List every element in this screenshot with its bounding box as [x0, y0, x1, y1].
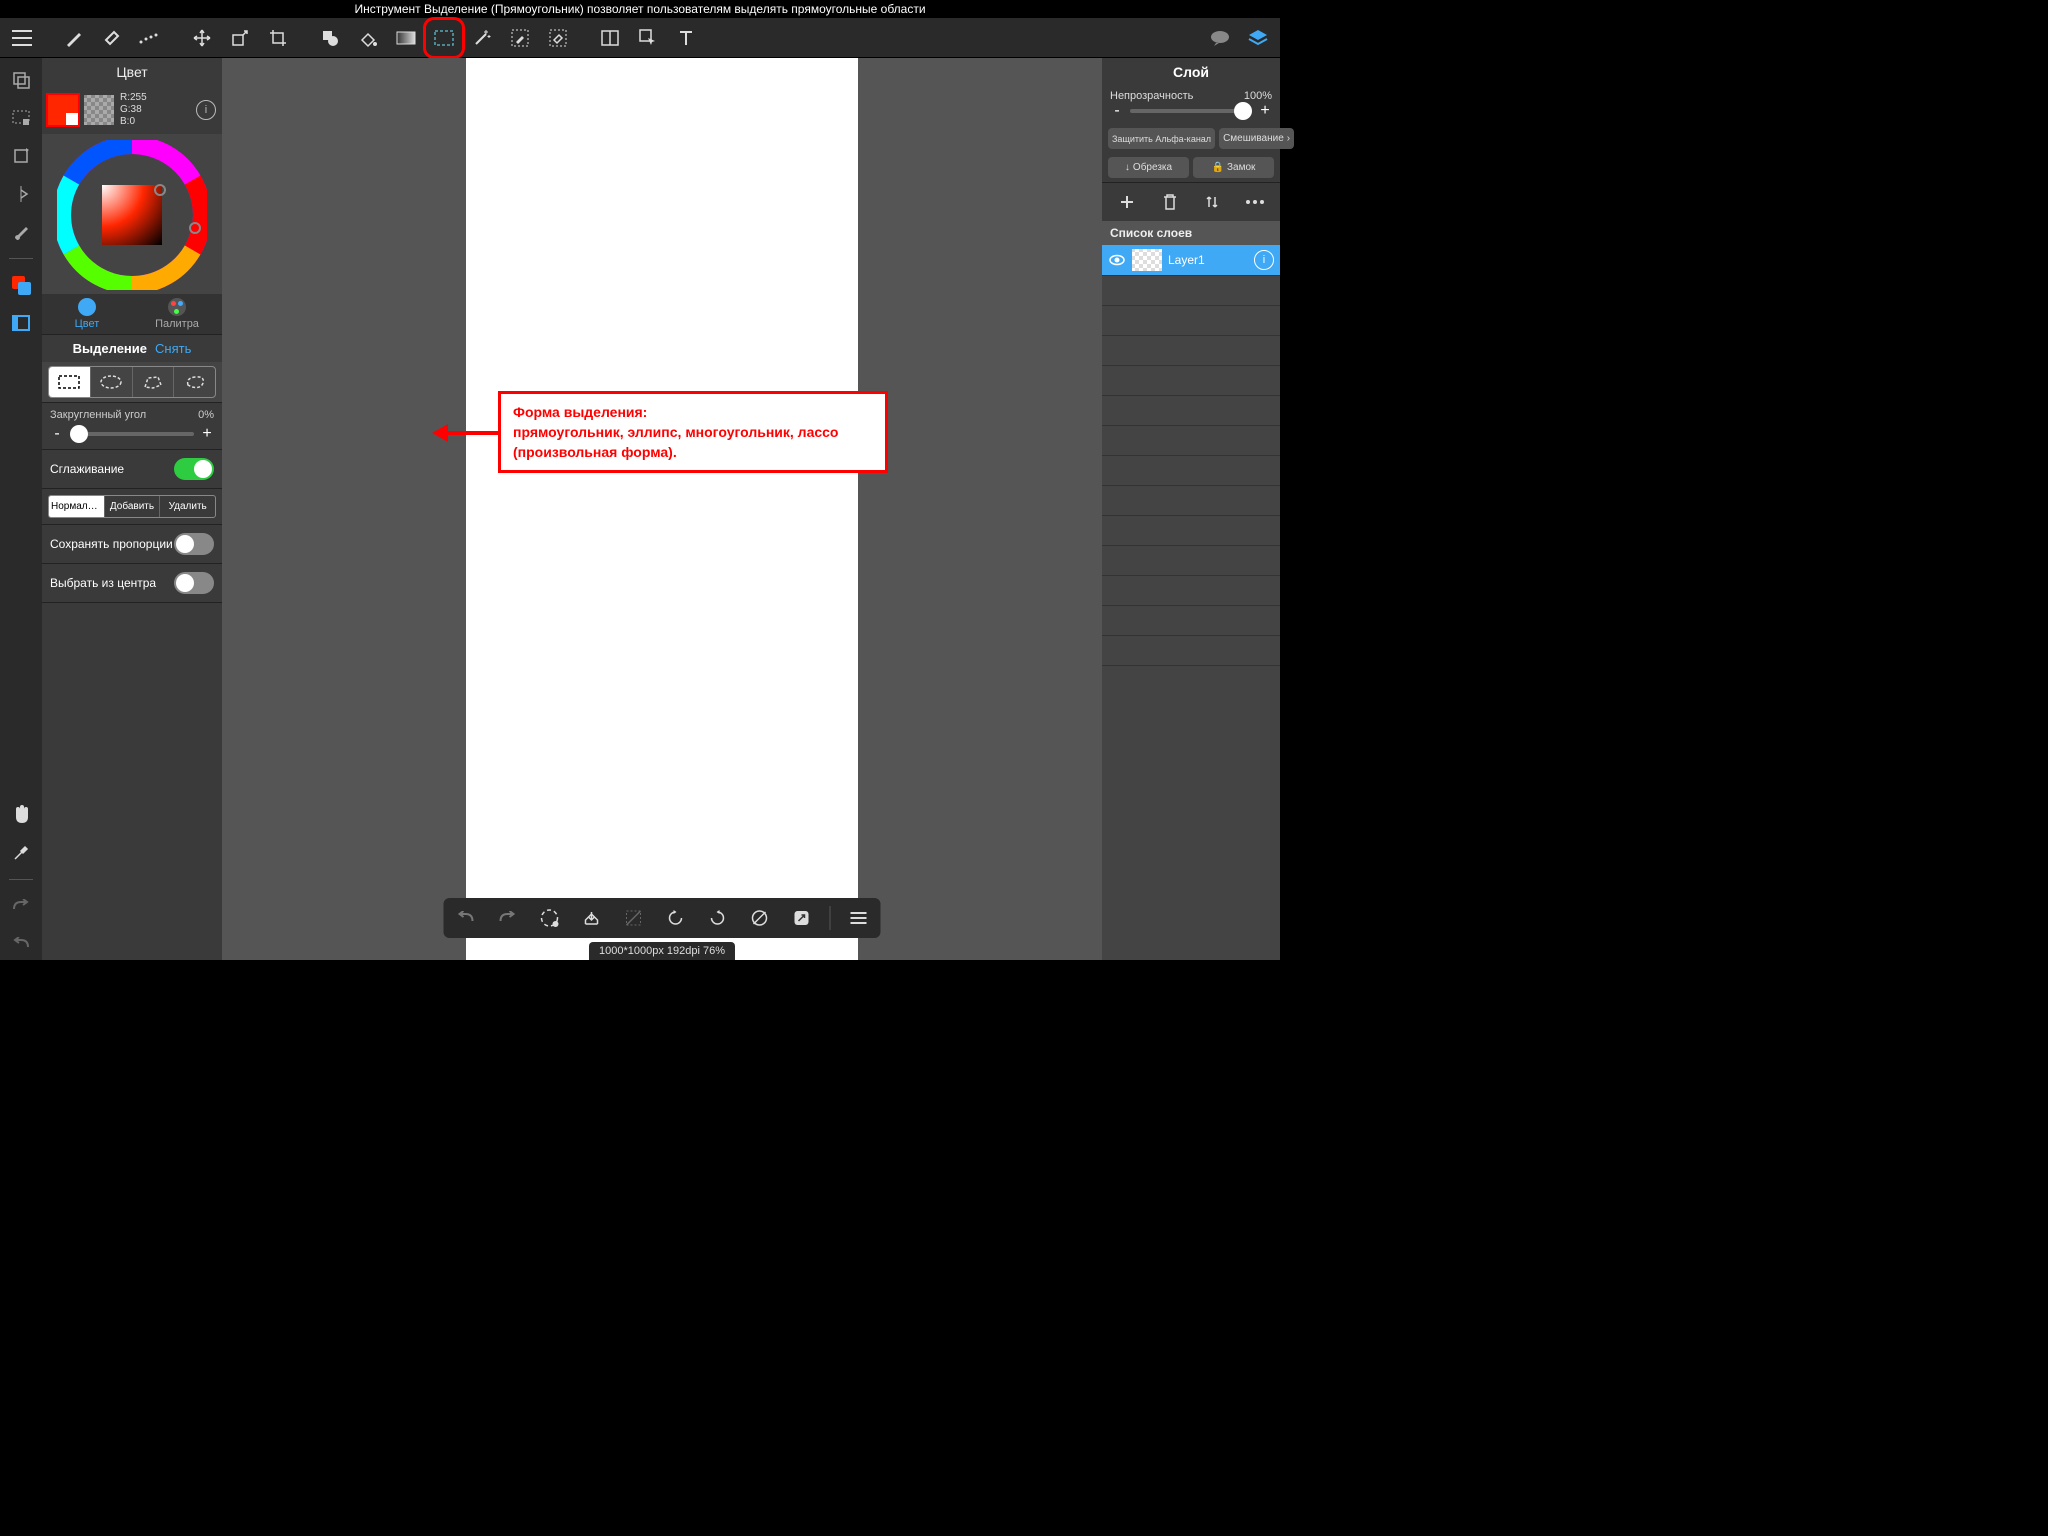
move-tool[interactable] — [184, 20, 220, 56]
keep-ratio-label: Сохранять пропорции — [50, 537, 173, 551]
main-toolbar — [0, 18, 1280, 58]
layer-item[interactable]: Layer1 i — [1102, 245, 1280, 275]
rounded-corner-slider[interactable]: -+ — [50, 425, 214, 443]
redo-icon[interactable] — [5, 890, 37, 922]
undo-icon[interactable] — [5, 928, 37, 960]
gradient-tool[interactable] — [388, 20, 424, 56]
layer-thumbnail — [1132, 249, 1162, 271]
palette-tab[interactable]: Палитра — [132, 294, 222, 334]
secondary-color-swatch[interactable] — [84, 95, 114, 125]
color-wheel[interactable] — [57, 140, 207, 290]
rotate-icon[interactable] — [5, 140, 37, 172]
mode-normal-button[interactable]: Нормаль… — [49, 496, 105, 517]
crop-down-icon: ↓ — [1125, 162, 1130, 173]
rotate-ccw-button[interactable] — [662, 904, 690, 932]
reorder-layer-button[interactable] — [1199, 189, 1225, 215]
layer-name: Layer1 — [1168, 253, 1205, 267]
color-swap-icon[interactable] — [5, 269, 37, 301]
deselect-button[interactable] — [620, 904, 648, 932]
crop-tool[interactable] — [260, 20, 296, 56]
fullscreen-icon[interactable] — [5, 307, 37, 339]
flip-icon[interactable] — [5, 178, 37, 210]
protect-alpha-button[interactable]: Защитить Альфа-канал — [1108, 128, 1215, 149]
polygon-shape-button[interactable] — [133, 367, 175, 397]
marquee-icon[interactable] — [5, 102, 37, 134]
rounded-corner-value: 0% — [198, 409, 214, 421]
keep-ratio-toggle[interactable] — [174, 533, 214, 555]
opacity-value: 100% — [1244, 90, 1272, 102]
primary-color-swatch[interactable] — [48, 95, 78, 125]
ellipse-shape-button[interactable] — [91, 367, 133, 397]
fill-tool[interactable] — [350, 20, 386, 56]
tooltip-bar: Инструмент Выделение (Прямоугольник) поз… — [0, 0, 1280, 18]
shape-tool[interactable] — [312, 20, 348, 56]
layers-icon[interactable] — [1240, 20, 1276, 56]
layer-info-icon[interactable]: i — [1254, 250, 1274, 270]
transform-tool[interactable] — [222, 20, 258, 56]
more-menu-button[interactable] — [845, 904, 873, 932]
smoothing-toggle[interactable] — [174, 458, 214, 480]
canvas-info: 1000*1000px 192dpi 76% — [589, 942, 735, 960]
lock-button[interactable]: 🔒Замок — [1193, 157, 1274, 178]
hand-tool[interactable] — [5, 799, 37, 831]
opacity-slider[interactable]: -+ — [1110, 102, 1272, 120]
annotation-callout: Форма выделения: прямоугольник, эллипс, … — [498, 391, 888, 473]
selection-title: Выделение — [73, 341, 147, 356]
layout-tool[interactable] — [592, 20, 628, 56]
brush-tool[interactable] — [56, 20, 92, 56]
add-layer-button[interactable] — [1114, 189, 1140, 215]
color-tab[interactable]: Цвет — [42, 294, 132, 334]
smoothing-label: Сглаживание — [50, 462, 124, 476]
layer-panel: Слой Непрозрачность 100% -+ Защитить Альф… — [1102, 58, 1280, 960]
info-icon[interactable]: i — [196, 100, 216, 120]
text-tool[interactable] — [668, 20, 704, 56]
annotation-arrow — [432, 418, 502, 448]
selection-shape-segment — [48, 366, 216, 398]
lock-icon: 🔒 — [1212, 162, 1224, 173]
blend-button[interactable]: Смешивание› — [1219, 128, 1294, 149]
magic-wand-tool[interactable] — [464, 20, 500, 56]
menu-button[interactable] — [4, 20, 40, 56]
rounded-corner-label: Закругленный угол — [50, 409, 146, 421]
dotted-line-tool[interactable] — [132, 20, 168, 56]
delete-layer-button[interactable] — [1157, 189, 1183, 215]
select-eraser-tool[interactable] — [540, 20, 576, 56]
visibility-icon[interactable] — [1108, 251, 1126, 269]
mode-remove-button[interactable]: Удалить — [160, 496, 215, 517]
save-button[interactable] — [578, 904, 606, 932]
rect-select-tool[interactable] — [426, 20, 462, 56]
eyedropper-tool[interactable] — [5, 837, 37, 869]
mode-add-button[interactable]: Добавить — [105, 496, 161, 517]
opacity-label: Непрозрачность — [1110, 90, 1193, 102]
brush-icon[interactable] — [5, 216, 37, 248]
layer-panel-title: Слой — [1102, 58, 1280, 86]
invert-button[interactable] — [746, 904, 774, 932]
rotate-selection-button[interactable] — [536, 904, 564, 932]
canvas-area: Форма выделения: прямоугольник, эллипс, … — [222, 58, 1102, 960]
layer-list-header: Список слоев — [1102, 221, 1280, 245]
expand-button[interactable] — [788, 904, 816, 932]
selection-mode-segment: Нормаль… Добавить Удалить — [48, 495, 216, 518]
from-center-label: Выбрать из центра — [50, 576, 156, 590]
lasso-shape-button[interactable] — [174, 367, 215, 397]
rect-shape-button[interactable] — [49, 367, 91, 397]
from-center-toggle[interactable] — [174, 572, 214, 594]
select-cursor-tool[interactable] — [630, 20, 666, 56]
undo-button[interactable] — [452, 904, 480, 932]
crop-button[interactable]: ↓Обрезка — [1108, 157, 1189, 178]
drawing-canvas[interactable] — [466, 58, 858, 960]
select-brush-tool[interactable] — [502, 20, 538, 56]
redo-button[interactable] — [494, 904, 522, 932]
eraser-tool[interactable] — [94, 20, 130, 56]
rotate-cw-button[interactable] — [704, 904, 732, 932]
layer-more-button[interactable] — [1242, 189, 1268, 215]
color-panel: Цвет R:255 G:38 B:0 i — [42, 58, 222, 960]
clear-selection-button[interactable]: Снять — [155, 341, 191, 356]
chat-icon[interactable] — [1202, 20, 1238, 56]
rgb-readout: R:255 G:38 B:0 — [120, 92, 147, 128]
copy-icon[interactable] — [5, 64, 37, 96]
color-panel-title: Цвет — [42, 58, 222, 86]
canvas-toolbar — [444, 898, 881, 938]
tool-strip — [0, 58, 42, 960]
